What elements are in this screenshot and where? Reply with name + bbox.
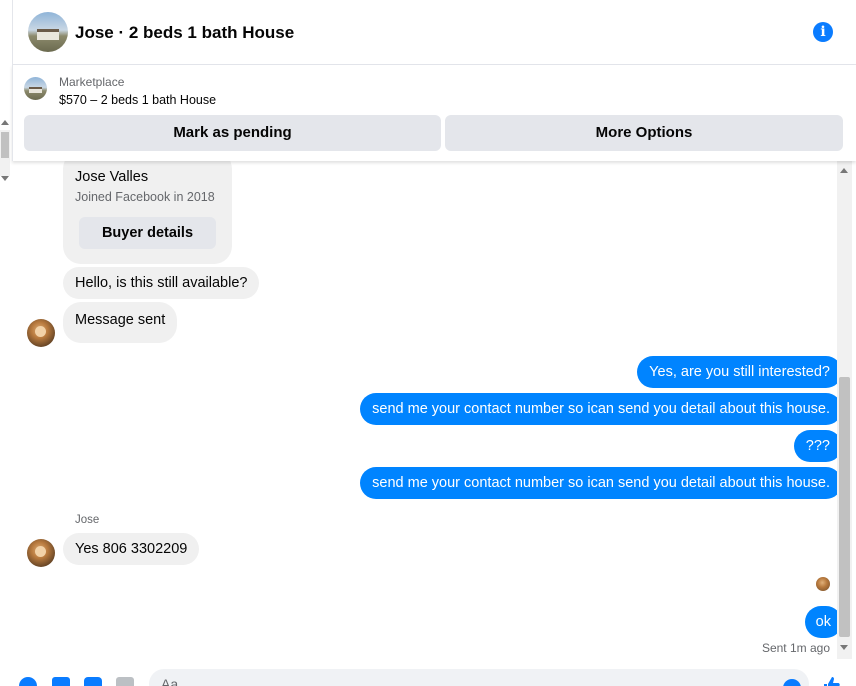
chat-scrollbar[interactable] (837, 161, 852, 659)
buyer-joined-date: Joined Facebook in 2018 (75, 190, 215, 204)
buyer-avatar[interactable] (27, 319, 55, 347)
message-bubble[interactable]: send me your contact number so ican send… (360, 467, 842, 499)
buyer-avatar[interactable] (27, 539, 55, 567)
message-bubble[interactable]: Yes 806 3302209 (63, 533, 200, 565)
message-bubble[interactable]: Yes, are you still interested? (637, 356, 842, 388)
plus-icon[interactable] (19, 677, 37, 686)
listing-avatar[interactable] (28, 12, 68, 52)
info-icon[interactable]: i (813, 22, 833, 42)
message-bubble[interactable]: Message sent (63, 302, 178, 343)
scroll-thumb[interactable] (1, 132, 9, 158)
conversation-title[interactable]: Jose · 2 beds 1 bath House (75, 23, 294, 43)
conversation-header: Jose · 2 beds 1 bath House i (12, 0, 856, 65)
message-composer: Aa (12, 659, 856, 686)
sticker-icon[interactable] (84, 677, 102, 686)
photo-icon[interactable] (52, 677, 70, 686)
message-status: Sent 1m ago (761, 641, 830, 655)
marketplace-listing-bar: Marketplace $570 – 2 beds 1 bath House M… (12, 65, 856, 161)
buyer-details-button[interactable]: Buyer details (79, 217, 216, 249)
scroll-down-arrow-icon[interactable] (1, 176, 9, 181)
scroll-thumb[interactable] (839, 377, 850, 637)
listing-thumbnail[interactable] (24, 77, 47, 100)
buyer-name: Jose Valles (75, 169, 149, 185)
scroll-up-arrow-icon[interactable] (840, 168, 848, 173)
more-options-button[interactable]: More Options (445, 115, 843, 151)
listing-title[interactable]: $570 – 2 beds 1 bath House (59, 93, 216, 107)
scroll-down-arrow-icon[interactable] (840, 645, 848, 650)
sender-name: Jose (75, 514, 100, 526)
left-scrollbar[interactable] (0, 118, 11, 188)
buyer-profile-card: Jose Valles Joined Facebook in 2018 Buye… (63, 161, 232, 264)
marketplace-label: Marketplace (59, 75, 125, 89)
message-bubble[interactable]: ??? (793, 430, 842, 462)
message-input[interactable]: Aa (149, 669, 809, 686)
seen-avatar (816, 577, 830, 591)
gif-icon[interactable] (116, 677, 134, 686)
message-bubble[interactable]: send me your contact number so ican send… (360, 393, 842, 425)
mark-as-pending-button[interactable]: Mark as pending (24, 115, 441, 151)
message-bubble[interactable]: Hello, is this still available? (63, 267, 260, 299)
scroll-up-arrow-icon[interactable] (1, 120, 9, 125)
thumbs-up-icon[interactable] (822, 675, 842, 686)
message-list[interactable]: Jose Valles Joined Facebook in 2018 Buye… (12, 161, 842, 659)
